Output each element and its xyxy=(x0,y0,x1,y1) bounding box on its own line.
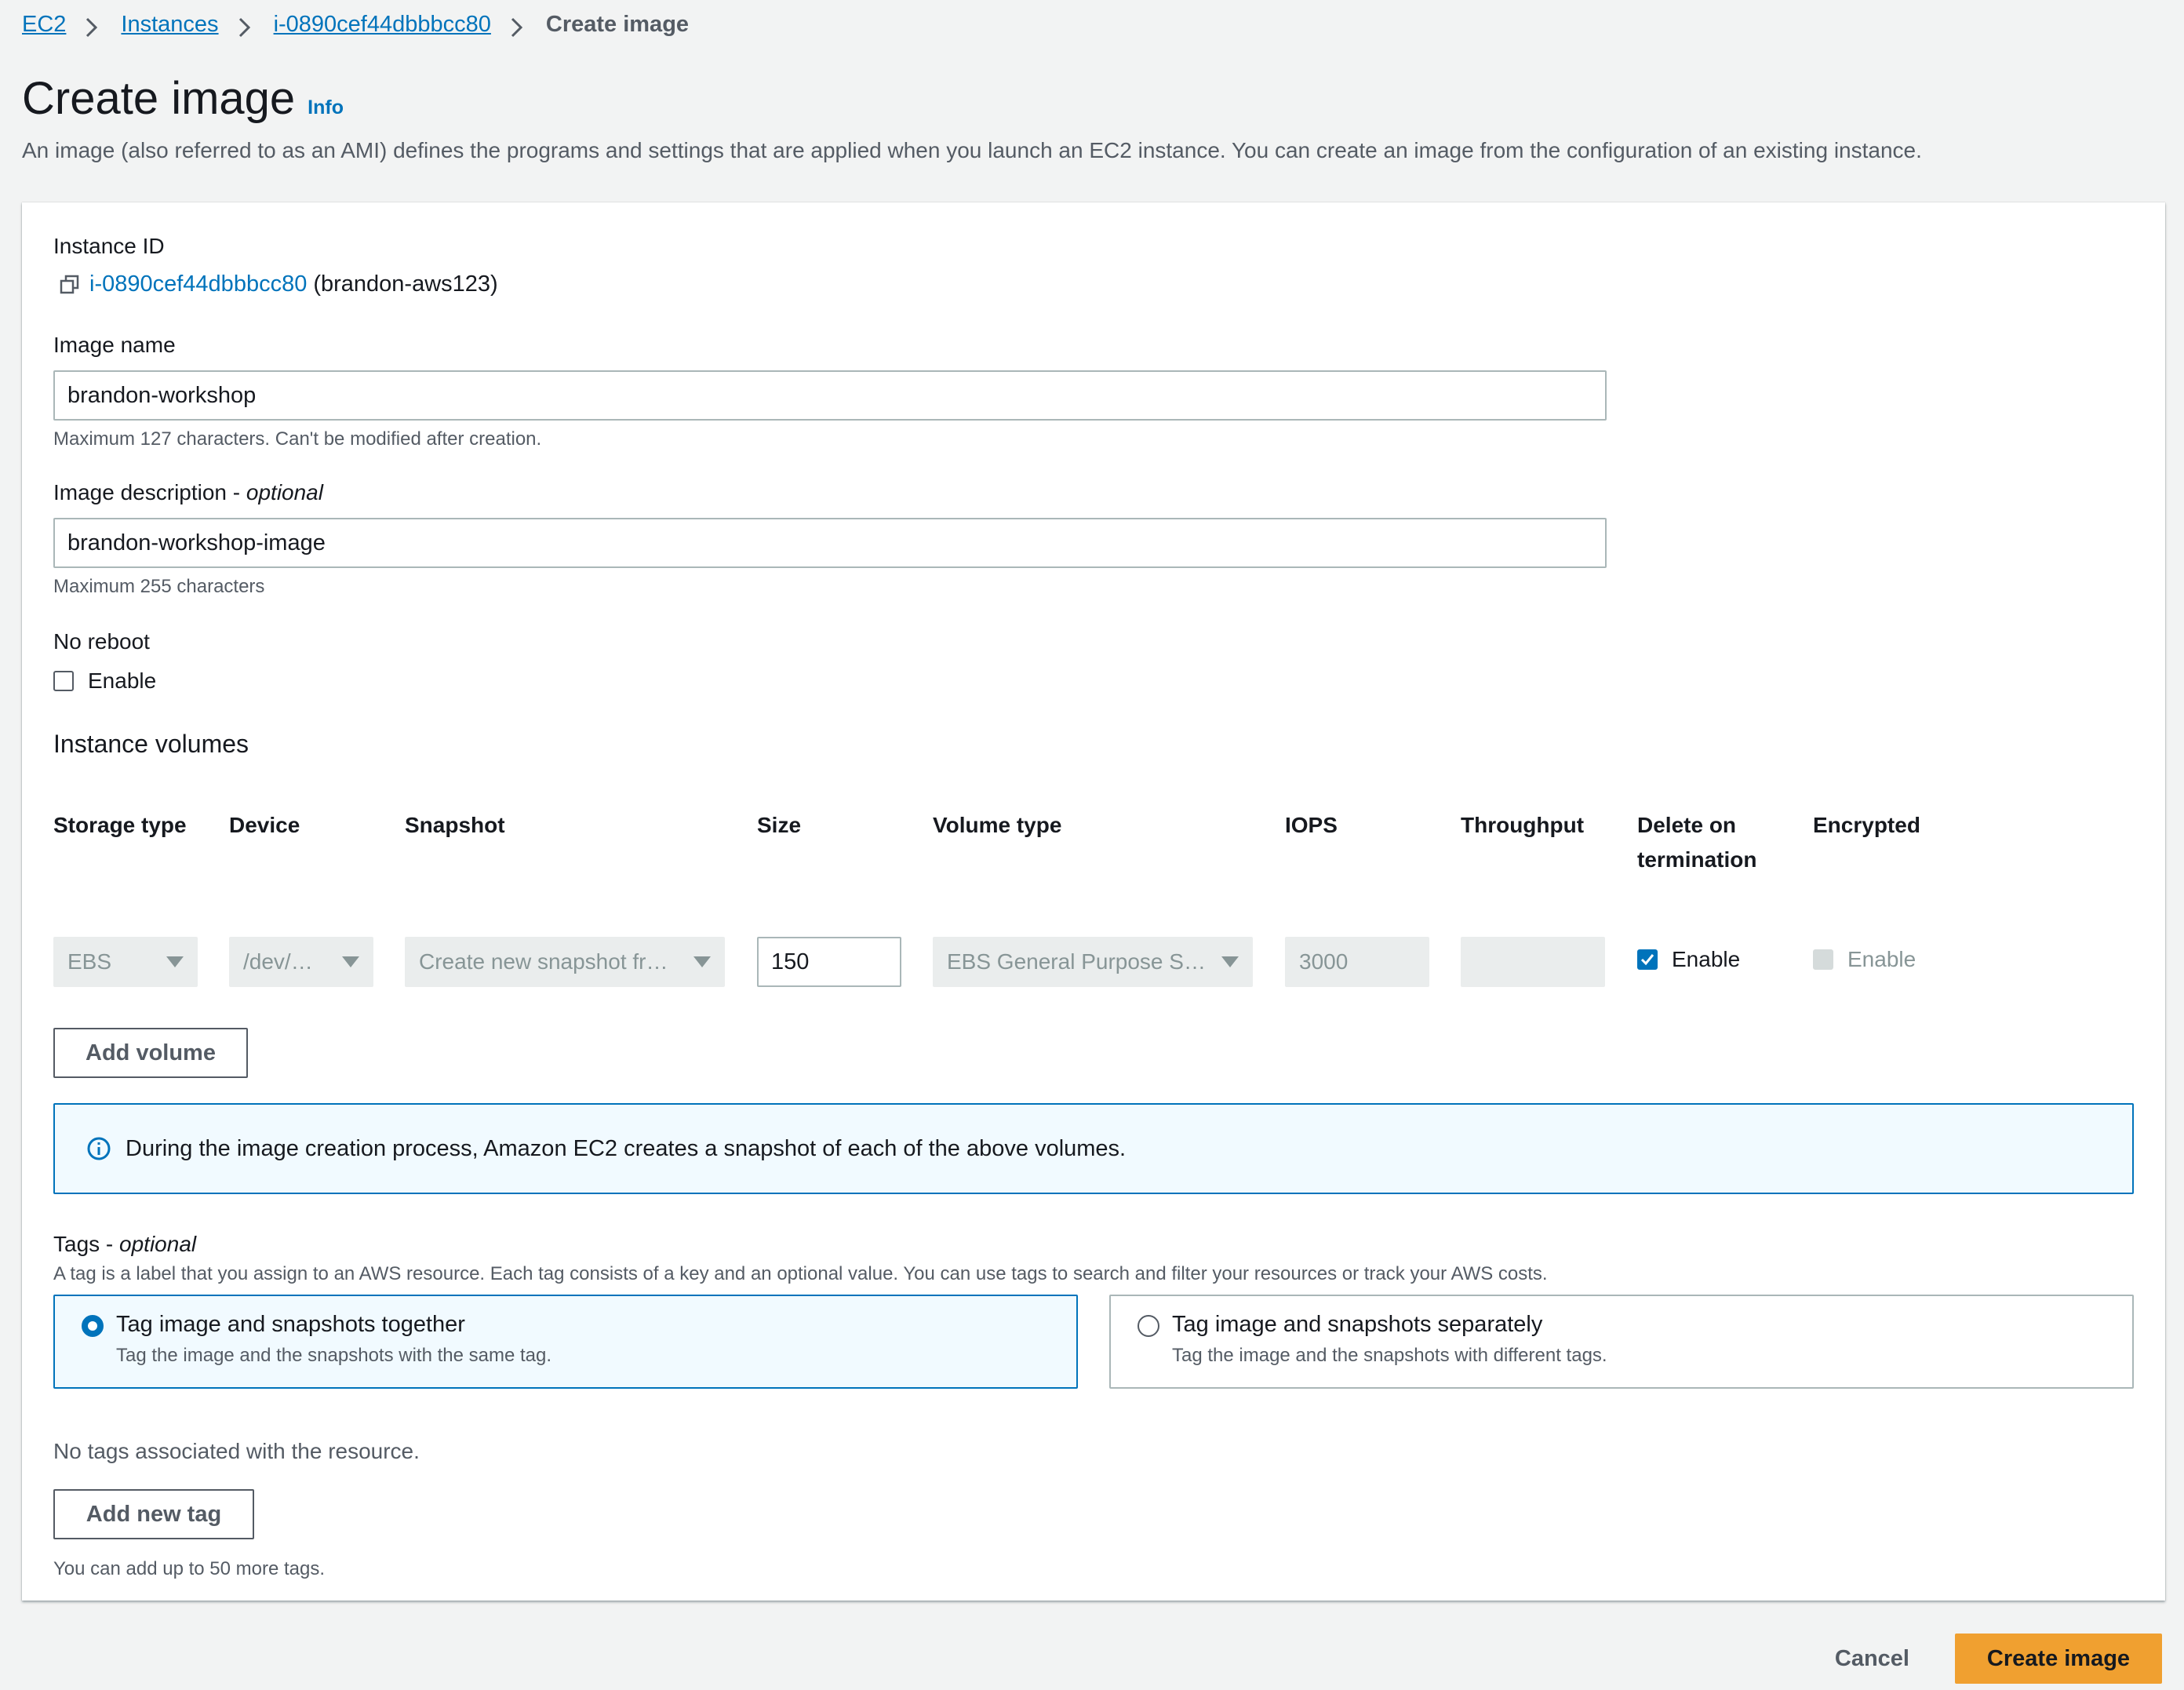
breadcrumb-instances[interactable]: Instances xyxy=(121,12,218,38)
image-description-label: Image description - optional xyxy=(53,480,323,504)
volume-type-select: EBS General Purpose S… xyxy=(933,937,1253,987)
caret-down-icon xyxy=(166,956,184,967)
cancel-button[interactable]: Cancel xyxy=(1835,1646,1909,1672)
tag-together-desc: Tag the image and the snapshots with the… xyxy=(116,1345,552,1366)
instance-volumes-heading: Instance volumes xyxy=(53,730,249,758)
instance-id-link[interactable]: i-0890cef44dbbbcc80 xyxy=(89,271,307,297)
instance-id-label: Instance ID xyxy=(53,234,165,258)
breadcrumb-current: Create image xyxy=(545,11,690,37)
delete-on-termination-checkbox[interactable] xyxy=(1637,949,1658,970)
info-alert: During the image creation process, Amazo… xyxy=(53,1103,2134,1194)
device-select: /dev/… xyxy=(229,937,373,987)
chevron-right-icon xyxy=(236,16,253,38)
column-snapshot: Snapshot xyxy=(405,813,505,837)
page-title: Create image xyxy=(22,73,296,124)
column-volume-type: Volume type xyxy=(933,813,1062,837)
info-alert-text: During the image creation process, Amazo… xyxy=(126,1135,1127,1161)
tag-separately-radio[interactable] xyxy=(1138,1315,1159,1337)
no-reboot-checkbox-label: Enable xyxy=(88,668,157,693)
page-header: Create image Info xyxy=(22,72,344,125)
info-link[interactable]: Info xyxy=(308,97,344,119)
instance-id-value: i-0890cef44dbbbcc80 (brandon-aws123) xyxy=(58,271,498,297)
no-reboot-checkbox-row[interactable]: Enable xyxy=(53,668,156,694)
throughput-input xyxy=(1461,937,1605,987)
breadcrumb: EC2 Instances i-0890cef44dbbbcc80 Create… xyxy=(22,8,689,41)
no-reboot-checkbox[interactable] xyxy=(53,671,74,691)
add-volume-button[interactable]: Add volume xyxy=(53,1028,248,1078)
encrypted-checkbox xyxy=(1813,949,1833,970)
checkmark-icon xyxy=(1640,954,1654,966)
column-size: Size xyxy=(757,813,802,837)
encrypted-row: Enable xyxy=(1813,940,1916,979)
column-encrypted: Encrypted xyxy=(1813,813,1920,837)
storage-type-select: EBS xyxy=(53,937,198,987)
snapshot-select: Create new snapshot fr… xyxy=(405,937,725,987)
column-iops: IOPS xyxy=(1285,813,1338,837)
tags-limit-text: You can add up to 50 more tags. xyxy=(53,1558,326,1579)
breadcrumb-ec2[interactable]: EC2 xyxy=(22,12,66,38)
image-name-constraint: Maximum 127 characters. Can't be modifie… xyxy=(53,428,542,450)
image-name-label: Image name xyxy=(53,333,176,357)
tag-separately-title: Tag image and snapshots separately xyxy=(1172,1312,1543,1337)
tags-label: Tags - optional xyxy=(53,1232,197,1256)
chevron-right-icon xyxy=(83,16,100,38)
breadcrumb-instance-id[interactable]: i-0890cef44dbbbcc80 xyxy=(274,12,491,38)
column-throughput: Throughput xyxy=(1461,813,1585,837)
tag-together-radio[interactable] xyxy=(82,1315,104,1337)
copy-icon[interactable] xyxy=(58,273,82,297)
tag-together-title: Tag image and snapshots together xyxy=(116,1312,465,1337)
image-description-constraint: Maximum 255 characters xyxy=(53,576,265,597)
size-input[interactable] xyxy=(757,937,901,987)
no-reboot-label: No reboot xyxy=(53,629,150,654)
caret-down-icon xyxy=(693,956,711,967)
page-description: An image (also referred to as an AMI) de… xyxy=(22,138,1922,162)
no-tags-text: No tags associated with the resource. xyxy=(53,1439,420,1463)
create-image-form: Instance ID i-0890cef44dbbbcc80 (brandon… xyxy=(22,202,2165,1601)
caret-down-icon xyxy=(342,956,359,967)
add-new-tag-button[interactable]: Add new tag xyxy=(53,1489,254,1539)
column-device: Device xyxy=(229,813,300,837)
tag-together-option[interactable]: Tag image and snapshots together Tag the… xyxy=(53,1295,1078,1389)
create-image-button[interactable]: Create image xyxy=(1955,1634,2162,1684)
form-actions: Cancel Create image xyxy=(1835,1634,2162,1684)
iops-input: 3000 xyxy=(1285,937,1429,987)
instance-name: (brandon-aws123) xyxy=(313,271,498,297)
caret-down-icon xyxy=(1221,956,1239,967)
tag-separately-option[interactable]: Tag image and snapshots separately Tag t… xyxy=(1109,1295,2134,1389)
image-description-input[interactable] xyxy=(53,518,1607,568)
delete-on-termination-label: Enable xyxy=(1672,947,1741,971)
column-storage-type: Storage type xyxy=(53,813,187,837)
image-name-input[interactable] xyxy=(53,370,1607,421)
encrypted-label: Enable xyxy=(1847,947,1916,971)
column-delete-on-termination: Delete on termination xyxy=(1637,813,1757,872)
chevron-right-icon xyxy=(508,16,526,38)
delete-on-termination-row[interactable]: Enable xyxy=(1637,940,1740,979)
tag-separately-desc: Tag the image and the snapshots with dif… xyxy=(1172,1345,1607,1366)
tags-description: A tag is a label that you assign to an A… xyxy=(53,1263,1548,1284)
info-circle-icon xyxy=(87,1137,111,1160)
